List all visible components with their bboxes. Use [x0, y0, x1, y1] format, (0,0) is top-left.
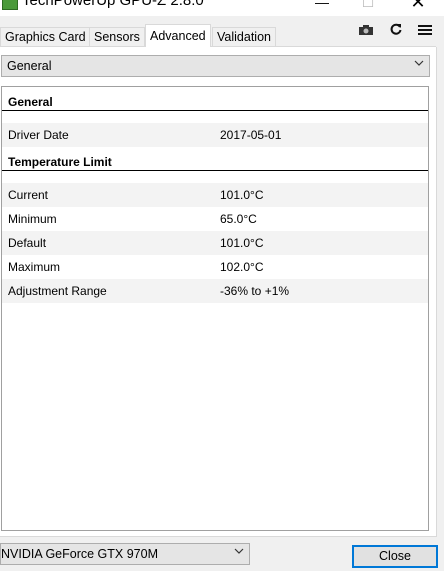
chevron-down-icon — [414, 58, 424, 70]
close-button[interactable]: Close — [352, 545, 438, 568]
table-row[interactable]: Minimum 65.0°C — [2, 207, 428, 231]
section-dropdown[interactable]: General — [1, 55, 430, 77]
tab-sensors[interactable]: Sensors — [89, 27, 145, 46]
gpu-selector-value: NVIDIA GeForce GTX 970M — [1, 547, 158, 561]
group-header-general: General — [2, 87, 428, 111]
camera-icon[interactable] — [357, 22, 375, 40]
property-value: 65.0°C — [220, 212, 257, 226]
table-row[interactable]: Default 101.0°C — [2, 231, 428, 255]
close-window-button[interactable]: ✕ — [398, 0, 438, 14]
minimize-button[interactable]: — — [302, 0, 342, 14]
chevron-down-icon — [234, 546, 244, 558]
tab-validation[interactable]: Validation — [212, 27, 276, 46]
table-row[interactable]: Current 101.0°C — [2, 183, 428, 207]
tab-graphics-card[interactable]: Graphics Card — [0, 27, 91, 46]
property-value: 2017-05-01 — [220, 128, 282, 142]
menu-icon[interactable] — [416, 22, 434, 40]
property-key: Adjustment Range — [8, 284, 107, 298]
table-row[interactable]: Adjustment Range -36% to +1% — [2, 279, 428, 303]
window-title: TechPowerUp GPU-Z 2.8.0 — [22, 0, 204, 9]
property-key: Minimum — [8, 212, 57, 226]
property-key: Maximum — [8, 260, 61, 274]
property-key: Default — [8, 236, 47, 250]
advanced-panel: General General Driver Date 2017-05-01 T… — [0, 47, 437, 537]
property-key: Driver Date — [8, 128, 69, 142]
table-row[interactable]: Maximum 102.0°C — [2, 255, 428, 279]
title-bar[interactable]: TechPowerUp GPU-Z 2.8.0 — ☐ ✕ — [0, 0, 444, 16]
gpuz-app-icon — [2, 0, 18, 10]
gpu-selector-dropdown[interactable]: NVIDIA GeForce GTX 970M — [0, 543, 250, 565]
property-key: Current — [8, 188, 49, 202]
property-value: 102.0°C — [220, 260, 264, 274]
maximize-button[interactable]: ☐ — [348, 0, 388, 14]
refresh-icon[interactable] — [387, 22, 405, 40]
tab-advanced[interactable]: Advanced — [145, 24, 211, 47]
property-value: 101.0°C — [220, 236, 264, 250]
property-value: -36% to +1% — [220, 284, 290, 298]
property-value: 101.0°C — [220, 188, 264, 202]
gpuz-window: TechPowerUp GPU-Z 2.8.0 — ☐ ✕ Graphics C… — [0, 0, 444, 571]
table-row[interactable]: Driver Date 2017-05-01 — [2, 123, 428, 147]
group-header-temperature-limit: Temperature Limit — [2, 147, 428, 171]
properties-grid[interactable]: General Driver Date 2017-05-01 Temperatu… — [1, 86, 429, 531]
section-dropdown-value: General — [7, 59, 52, 73]
